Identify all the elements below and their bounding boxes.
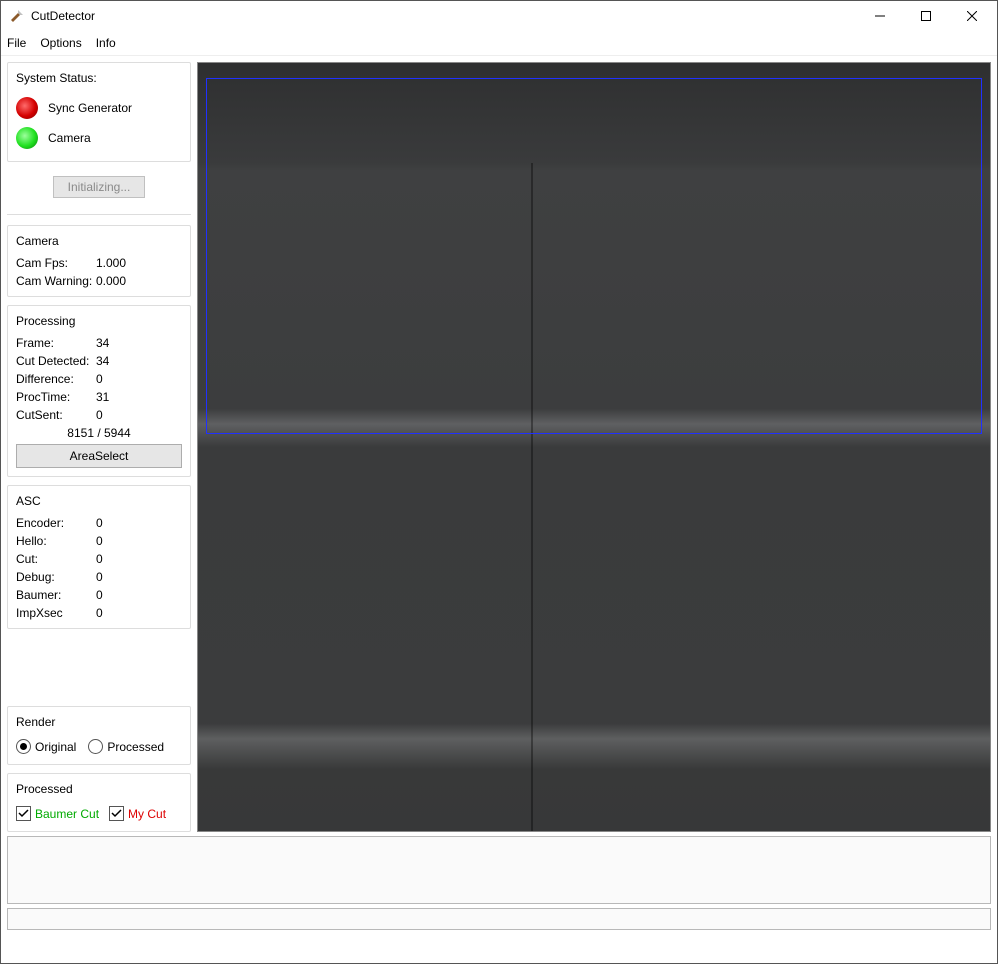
roi-rectangle[interactable]: [206, 78, 982, 433]
status-strip: [7, 908, 991, 930]
baumer-value: 0: [96, 588, 182, 602]
checkbox-icon: [16, 806, 31, 821]
bottom-panel: [7, 836, 991, 904]
camera-status-row: Camera: [16, 123, 182, 153]
render-processed-radio[interactable]: Processed: [88, 739, 164, 754]
system-status-title: System Status:: [16, 71, 182, 85]
cut-detected-label: Cut Detected:: [16, 354, 96, 368]
radio-icon: [16, 739, 31, 754]
sidebar: System Status: Sync Generator Camera Ini…: [7, 62, 191, 832]
processing-panel-title: Processing: [16, 314, 182, 328]
difference-value: 0: [96, 372, 182, 386]
system-status-panel: System Status: Sync Generator Camera: [7, 62, 191, 162]
menubar: File Options Info: [1, 31, 997, 56]
camera-status-label: Camera: [48, 131, 91, 145]
processed-panel: Processed Baumer Cut My Cut: [7, 773, 191, 832]
processed-panel-title: Processed: [16, 782, 182, 796]
window-title: CutDetector: [31, 9, 857, 23]
area-select-button[interactable]: AreaSelect: [16, 444, 182, 468]
cam-warning-value: 0.000: [96, 274, 182, 288]
hello-value: 0: [96, 534, 182, 548]
titlebar: CutDetector: [1, 1, 997, 31]
cam-warning-label: Cam Warning:: [16, 274, 96, 288]
cut-label: Cut:: [16, 552, 96, 566]
initializing-button[interactable]: Initializing...: [53, 176, 146, 198]
baumer-cut-checkbox[interactable]: Baumer Cut: [16, 806, 99, 821]
camera-panel-title: Camera: [16, 234, 182, 248]
proctime-label: ProcTime:: [16, 390, 96, 404]
my-cut-label: My Cut: [128, 807, 166, 821]
cut-detected-value: 34: [96, 354, 182, 368]
cam-fps-value: 1.000: [96, 256, 182, 270]
hello-label: Hello:: [16, 534, 96, 548]
close-button[interactable]: [949, 1, 995, 31]
proctime-value: 31: [96, 390, 182, 404]
cam-fps-label: Cam Fps:: [16, 256, 96, 270]
render-panel-title: Render: [16, 715, 182, 729]
cut-value: 0: [96, 552, 182, 566]
difference-label: Difference:: [16, 372, 96, 386]
render-original-radio[interactable]: Original: [16, 739, 76, 754]
minimize-button[interactable]: [857, 1, 903, 31]
window-controls: [857, 1, 995, 31]
upper-area: System Status: Sync Generator Camera Ini…: [7, 62, 991, 832]
processing-panel: Processing Frame: 34 Cut Detected: 34 Di…: [7, 305, 191, 477]
my-cut-checkbox[interactable]: My Cut: [109, 806, 166, 821]
sync-generator-label: Sync Generator: [48, 101, 132, 115]
encoder-value: 0: [96, 516, 182, 530]
app-icon: [9, 8, 25, 24]
processing-counts: 8151 / 5944: [16, 426, 182, 440]
render-original-label: Original: [35, 740, 76, 754]
maximize-button[interactable]: [903, 1, 949, 31]
camera-led-icon: [16, 127, 38, 149]
menu-info[interactable]: Info: [96, 36, 116, 50]
baumer-label: Baumer:: [16, 588, 96, 602]
render-panel: Render Original Processed: [7, 706, 191, 765]
sync-led-icon: [16, 97, 38, 119]
sidebar-spacer: [7, 637, 191, 698]
render-processed-label: Processed: [107, 740, 164, 754]
frame-value: 34: [96, 336, 182, 350]
client-area: System Status: Sync Generator Camera Ini…: [1, 56, 997, 963]
menu-file[interactable]: File: [7, 36, 26, 50]
separator: [7, 214, 191, 215]
asc-panel-title: ASC: [16, 494, 182, 508]
frame-label: Frame:: [16, 336, 96, 350]
encoder-label: Encoder:: [16, 516, 96, 530]
camera-panel: Camera Cam Fps: 1.000 Cam Warning: 0.000: [7, 225, 191, 297]
radio-icon: [88, 739, 103, 754]
baumer-cut-label: Baumer Cut: [35, 807, 99, 821]
impxsec-value: 0: [96, 606, 182, 620]
camera-viewer[interactable]: [197, 62, 991, 832]
impxsec-label: ImpXsec: [16, 606, 96, 620]
debug-value: 0: [96, 570, 182, 584]
debug-label: Debug:: [16, 570, 96, 584]
checkbox-icon: [109, 806, 124, 821]
asc-panel: ASC Encoder: 0 Hello: 0 Cut: 0 Debug: 0 …: [7, 485, 191, 629]
cutsent-label: CutSent:: [16, 408, 96, 422]
app-window: CutDetector File Options Info System Sta…: [0, 0, 998, 964]
cutsent-value: 0: [96, 408, 182, 422]
menu-options[interactable]: Options: [40, 36, 81, 50]
sync-generator-row: Sync Generator: [16, 93, 182, 123]
